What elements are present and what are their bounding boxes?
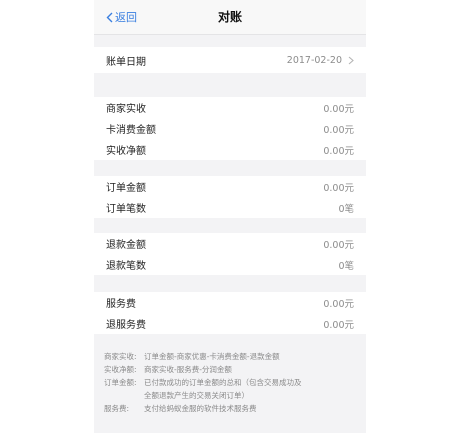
note-line: 订单金额: 已付款成功的订单金额的总和（包含交易成功及 bbox=[104, 376, 356, 389]
row-label: 订单笔数 bbox=[106, 204, 146, 215]
row-value: 0.00元 bbox=[323, 145, 354, 157]
note-line: 商家实收: 订单金额-商家优惠-卡消费金额-退款金额 bbox=[104, 350, 356, 363]
row-label: 商家实收 bbox=[106, 104, 146, 115]
row-label: 订单金额 bbox=[106, 183, 146, 194]
row-label: 服务费 bbox=[106, 299, 136, 310]
bill-date-card: 账单日期 2017-02-20 bbox=[94, 47, 366, 73]
note-line: 全额退款产生的交易关闭订单） bbox=[104, 389, 356, 402]
row-value: 0.00元 bbox=[323, 124, 354, 136]
bill-date-value: 2017-02-20 bbox=[286, 54, 342, 66]
chevron-right-icon bbox=[348, 56, 354, 64]
note-key: 订单金额: bbox=[104, 378, 137, 387]
note-line: 服务费: 支付给蚂蚁金服的软件技术服务费 bbox=[104, 402, 356, 415]
list-item: 服务费 0.00元 bbox=[94, 292, 366, 313]
list-item: 订单金额 0.00元 bbox=[94, 176, 366, 197]
note-text: 订单金额-商家优惠-卡消费金额-退款金额 bbox=[144, 352, 280, 361]
definitions-notes: 商家实收: 订单金额-商家优惠-卡消费金额-退款金额 实收净额: 商家实收-服务… bbox=[94, 350, 366, 433]
navigation-bar: 返回 对账 bbox=[94, 0, 366, 35]
row-value: 0笔 bbox=[338, 260, 354, 272]
row-value: 0.00元 bbox=[323, 239, 354, 251]
note-key: 商家实收: bbox=[104, 352, 137, 361]
list-item: 退款金额 0.00元 bbox=[94, 233, 366, 254]
row-value: 0.00元 bbox=[323, 103, 354, 115]
note-text: 商家实收-服务费-分润金额 bbox=[144, 365, 232, 374]
row-value: 0.00元 bbox=[323, 298, 354, 310]
row-label: 退款金额 bbox=[106, 240, 146, 251]
list-item: 订单笔数 0笔 bbox=[94, 197, 366, 218]
bill-date-row[interactable]: 账单日期 2017-02-20 bbox=[94, 47, 366, 73]
row-label: 实收净额 bbox=[106, 146, 146, 157]
list-item: 实收净额 0.00元 bbox=[94, 139, 366, 160]
list-item: 商家实收 0.00元 bbox=[94, 97, 366, 118]
note-key: 实收净额: bbox=[104, 365, 137, 374]
note-line: 实收净额: 商家实收-服务费-分润金额 bbox=[104, 363, 356, 376]
note-text: 全额退款产生的交易关闭订单） bbox=[144, 391, 249, 400]
order-section: 订单金额 0.00元 订单笔数 0笔 bbox=[94, 176, 366, 218]
row-value: 0笔 bbox=[338, 203, 354, 215]
list-item: 退服务费 0.00元 bbox=[94, 313, 366, 334]
note-key bbox=[104, 389, 144, 402]
row-value: 0.00元 bbox=[323, 319, 354, 331]
row-value: 0.00元 bbox=[323, 182, 354, 194]
list-item: 卡消费金额 0.00元 bbox=[94, 118, 366, 139]
row-label: 退服务费 bbox=[106, 320, 146, 331]
list-item: 退款笔数 0笔 bbox=[94, 254, 366, 275]
service-fee-section: 服务费 0.00元 退服务费 0.00元 bbox=[94, 292, 366, 334]
note-text: 已付款成功的订单金额的总和（包含交易成功及 bbox=[144, 378, 302, 387]
row-label: 退款笔数 bbox=[106, 261, 146, 272]
refund-section: 退款金额 0.00元 退款笔数 0笔 bbox=[94, 233, 366, 275]
phone-screen: 返回 对账 账单日期 2017-02-20 商家实收 0.00元 卡消费金额 0… bbox=[94, 0, 366, 433]
note-key: 服务费: bbox=[104, 404, 130, 413]
bill-date-label: 账单日期 bbox=[106, 56, 146, 68]
note-text: 支付给蚂蚁金服的软件技术服务费 bbox=[144, 404, 257, 413]
bill-date-value-wrap: 2017-02-20 bbox=[287, 55, 354, 66]
income-section: 商家实收 0.00元 卡消费金额 0.00元 实收净额 0.00元 bbox=[94, 97, 366, 160]
row-label: 卡消费金额 bbox=[106, 125, 156, 136]
page-title: 对账 bbox=[217, 10, 242, 24]
